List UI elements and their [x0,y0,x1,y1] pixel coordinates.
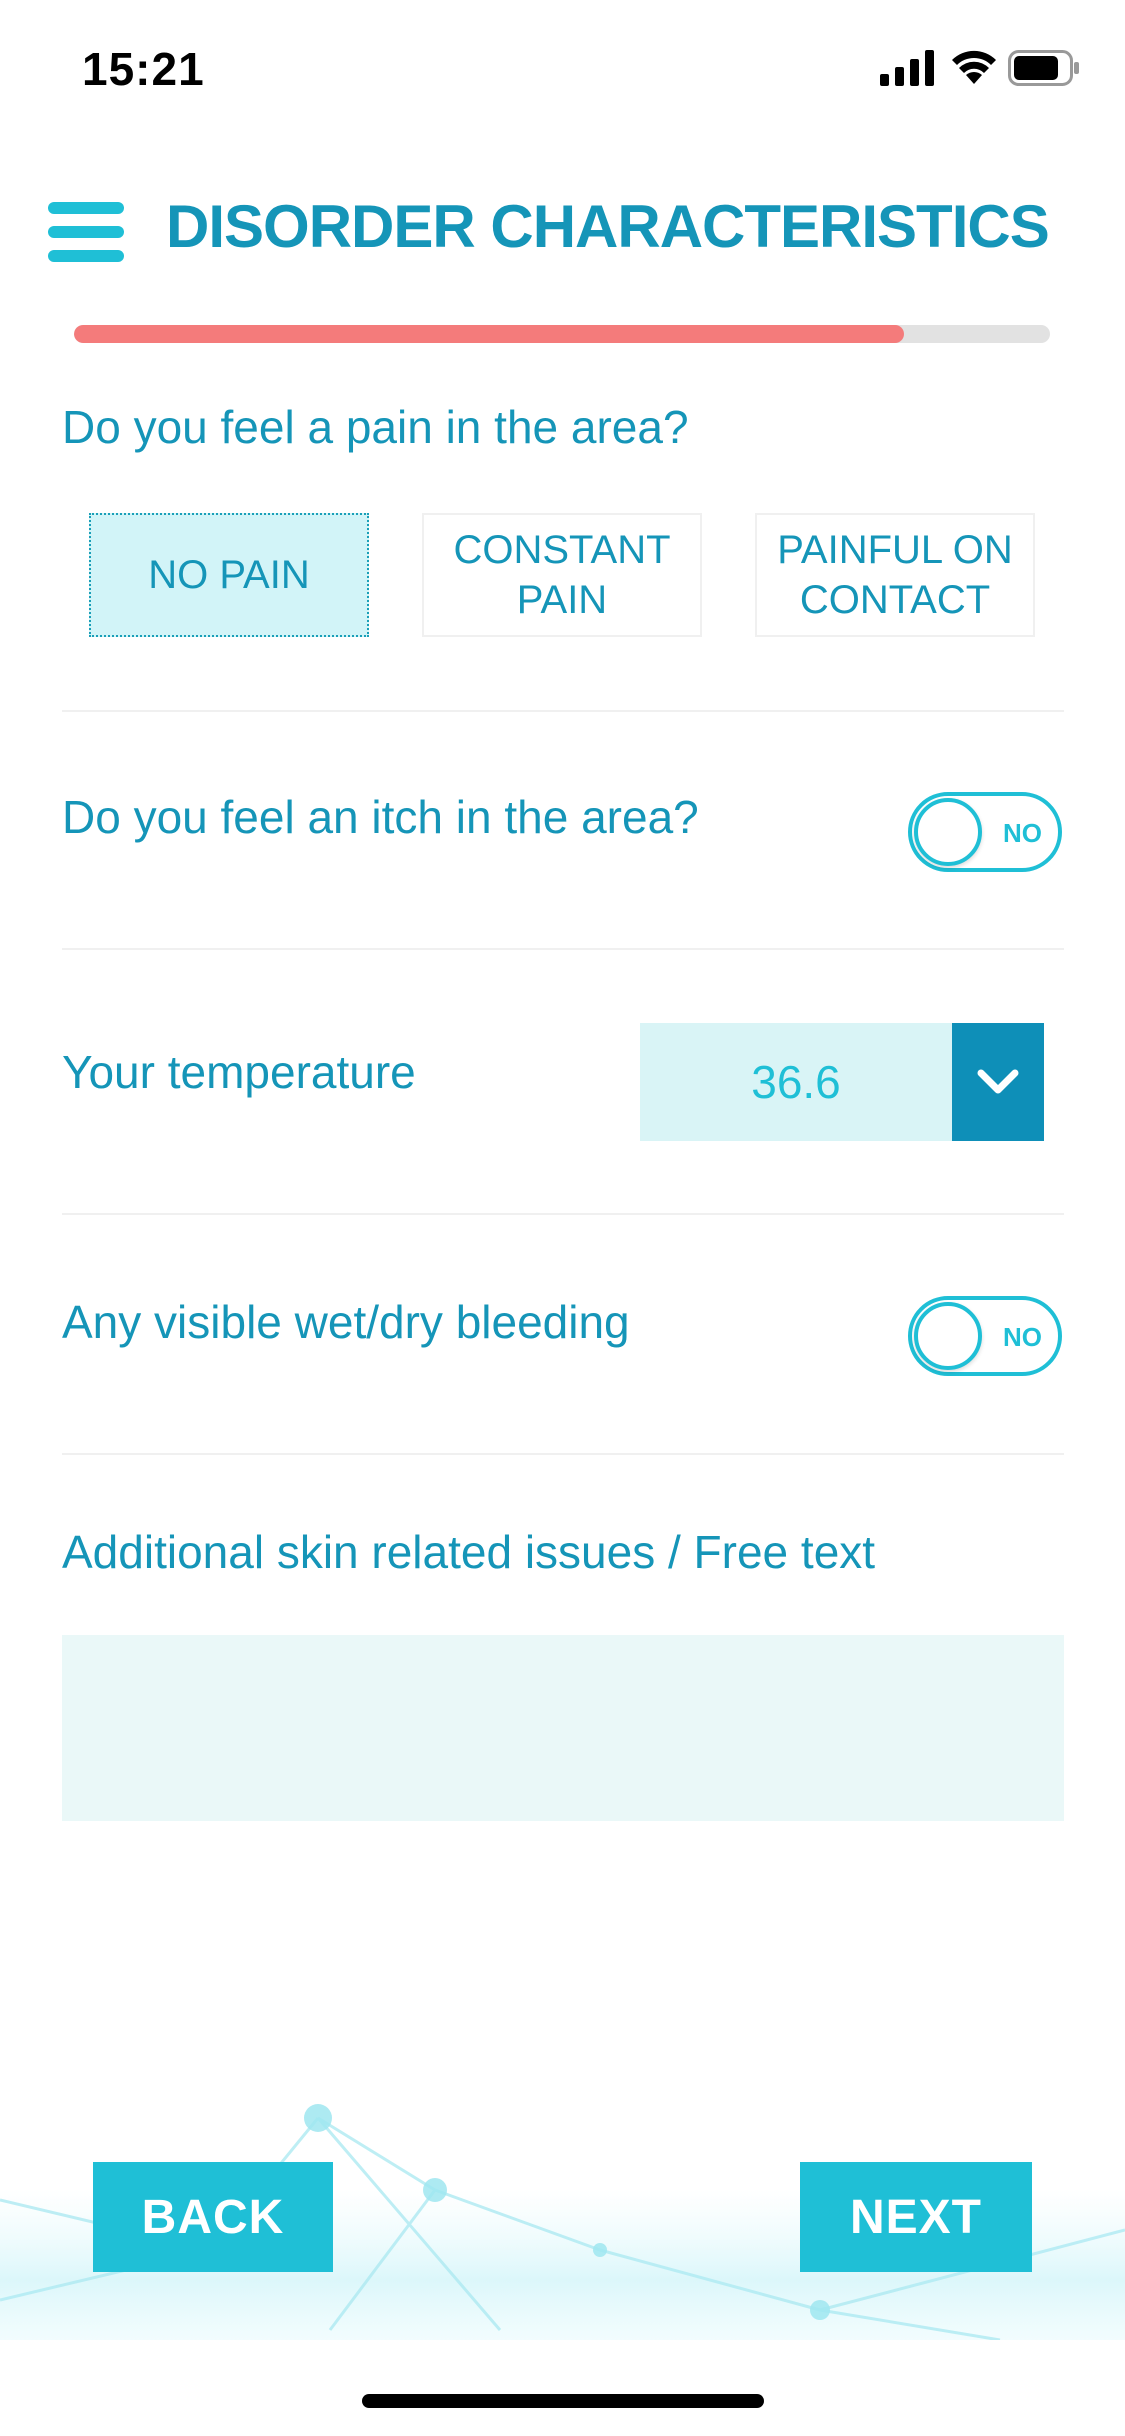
bleeding-toggle[interactable]: NO [908,1296,1062,1376]
progress-bar [74,325,1050,343]
pain-option-no-pain[interactable]: NO PAIN [89,513,369,637]
home-indicator [362,2394,764,2408]
back-button[interactable]: BACK [93,2162,333,2272]
divider [62,710,1064,712]
status-time: 15:21 [82,43,205,95]
next-button[interactable]: NEXT [800,2162,1032,2272]
temperature-select[interactable]: 36.6 [640,1023,1044,1141]
notes-label: Additional skin related issues / Free te… [62,1526,876,1578]
divider [62,948,1064,950]
divider [62,1453,1064,1455]
toggle-knob [914,1302,982,1370]
progress-fill [74,325,904,343]
chevron-down-icon [977,1069,1019,1094]
toggle-knob [914,798,982,866]
itch-toggle[interactable]: NO [908,792,1062,872]
status-bar: 15:21 [0,0,1125,132]
signal-icon [880,50,934,86]
pain-option-painful-on-contact[interactable]: PAINFUL ON CONTACT [755,513,1035,637]
temperature-label: Your temperature [62,1046,416,1098]
menu-icon[interactable] [48,200,124,264]
bleeding-question: Any visible wet/dry bleeding [62,1296,630,1348]
bleeding-toggle-label: NO [1003,1322,1042,1352]
temperature-value: 36.6 [640,1023,952,1141]
itch-question: Do you feel an itch in the area? [62,791,699,843]
itch-toggle-label: NO [1003,818,1042,848]
pain-option-constant-pain[interactable]: CONSTANT PAIN [422,513,702,637]
page-title: DISORDER CHARACTERISTICS [166,193,1050,260]
wifi-icon [952,50,996,84]
divider [62,1213,1064,1215]
notes-textarea[interactable] [62,1635,1064,1821]
pain-question: Do you feel a pain in the area? [62,401,689,453]
temperature-dropdown-button[interactable] [952,1023,1044,1141]
battery-icon [1008,50,1079,86]
